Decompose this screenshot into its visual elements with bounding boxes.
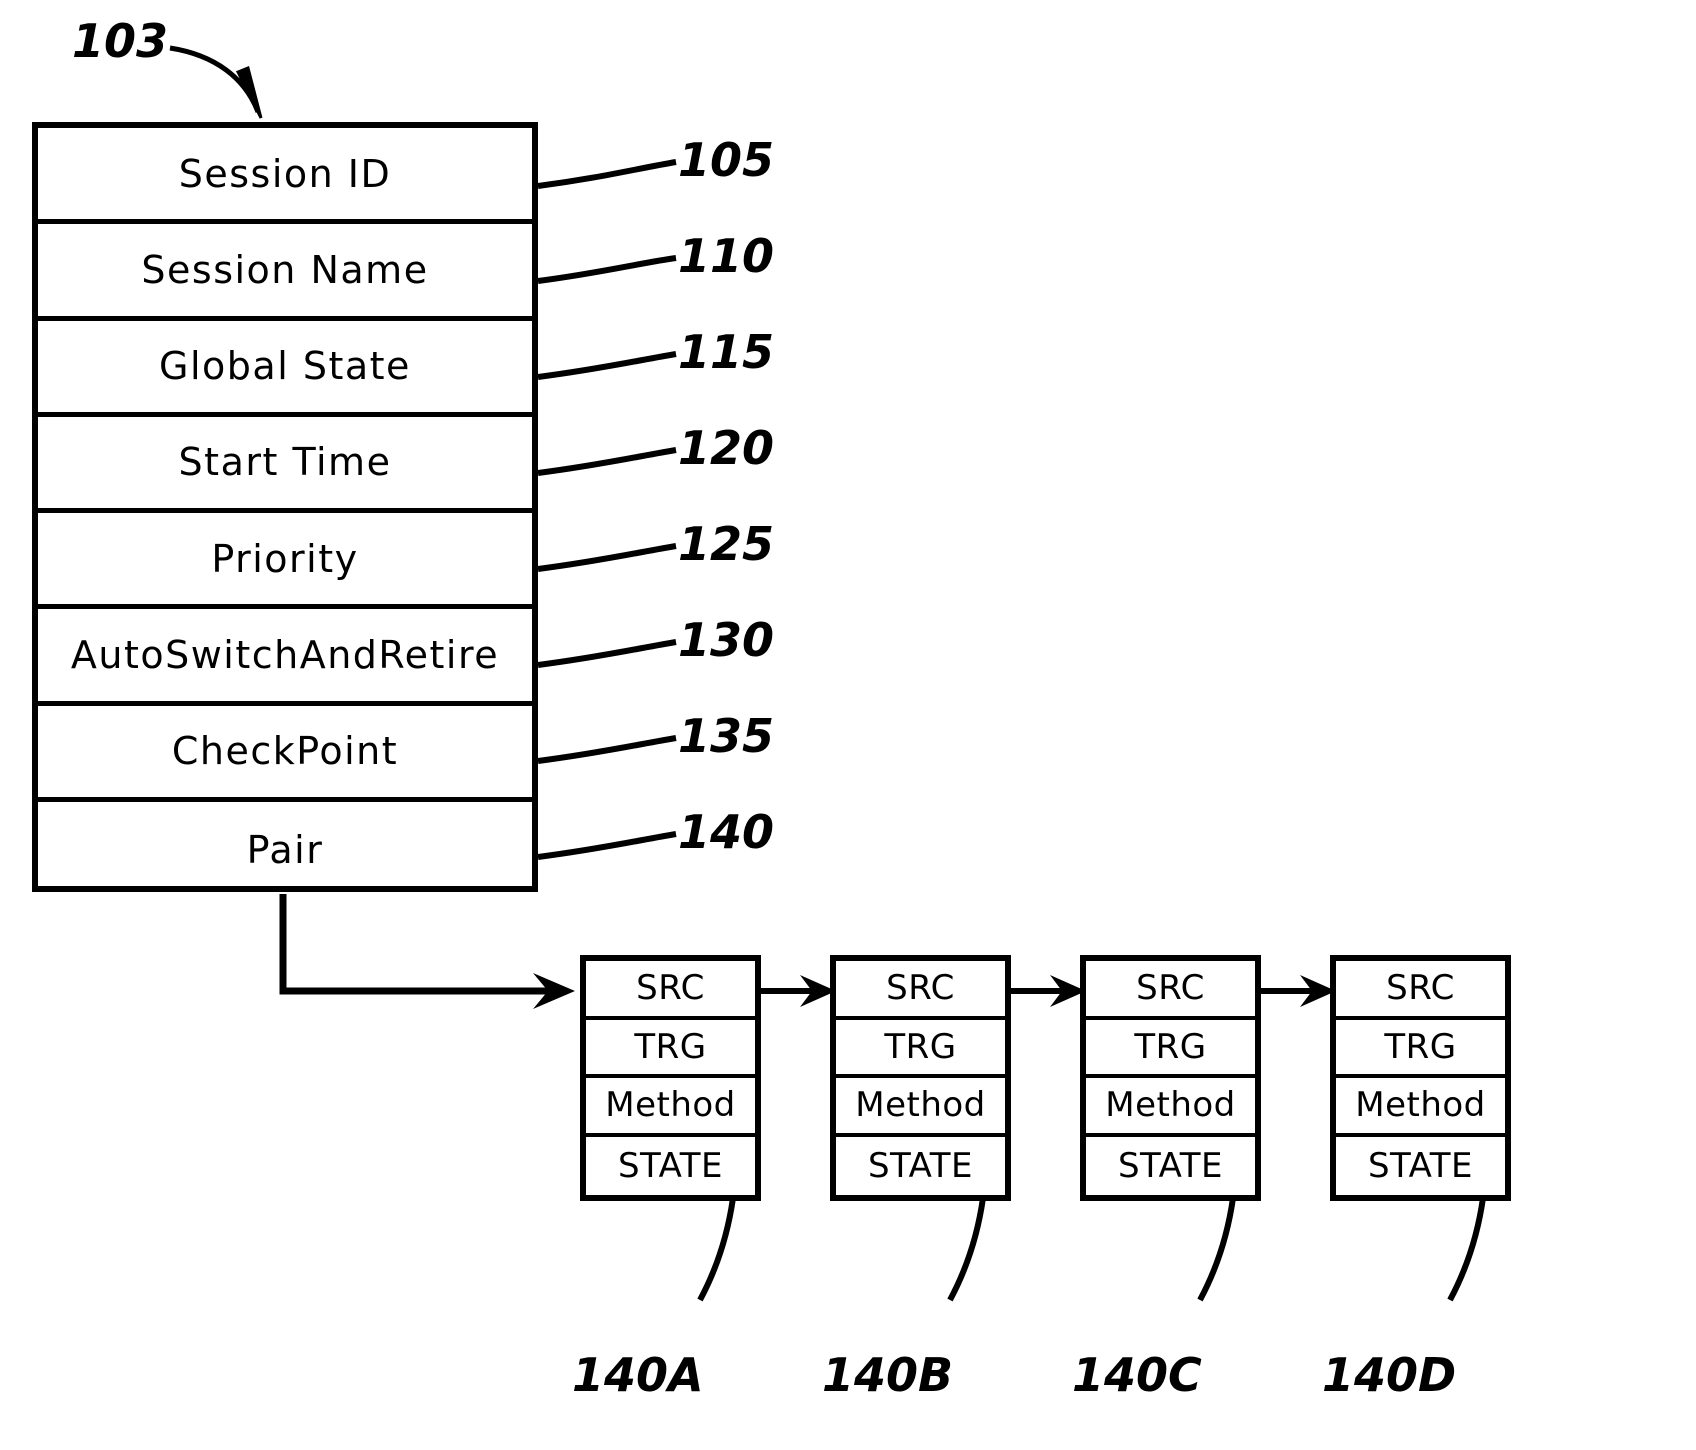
leader-line-125 (537, 543, 677, 572)
struct-row-priority: Priority (38, 513, 532, 610)
pair-node-row-src: SRC (586, 961, 755, 1020)
pair-node-row-label: STATE (617, 1145, 724, 1186)
pair-list-connector (279, 894, 560, 995)
ref-numeral-103: 103 (72, 14, 169, 68)
pair-node-row-label: SRC (1136, 968, 1205, 1009)
struct-row-label: CheckPoint (171, 729, 399, 774)
struct-row-label: Pair (246, 827, 324, 872)
leader-line-140D (1447, 1197, 1486, 1302)
pair-node-row-label: STATE (1367, 1145, 1474, 1186)
pair-node-row-label: Method (1355, 1085, 1486, 1126)
pair-node-row-label: TRG (634, 1026, 707, 1067)
pair-node-row-src: SRC (836, 961, 1005, 1020)
pair-node-row-label: Method (605, 1085, 736, 1126)
ref-numeral-140B: 140B (822, 1348, 954, 1402)
pair-node-row-state: STATE (1336, 1137, 1505, 1196)
struct-row-label: Global State (159, 344, 411, 389)
ref-numeral-110: 110 (678, 229, 775, 283)
ref-numeral-140C: 140C (1072, 1348, 1202, 1402)
pair-node-row-trg: TRG (1336, 1020, 1505, 1078)
leader-line-120 (537, 447, 677, 476)
pair-node-row-state: STATE (586, 1137, 755, 1196)
pair-node-row-method: Method (586, 1078, 755, 1137)
pair-node-row-label: TRG (1384, 1026, 1457, 1067)
session-struct-box: Session ID Session Name Global State Sta… (32, 122, 538, 892)
pair-node-row-label: Method (855, 1085, 986, 1126)
pair-node-row-src: SRC (1336, 961, 1505, 1020)
pair-node-row-label: Method (1105, 1085, 1236, 1126)
ref-numeral-125: 125 (678, 517, 775, 571)
pair-node-row-state: STATE (836, 1137, 1005, 1196)
struct-row-checkpoint: CheckPoint (38, 706, 532, 802)
leader-line-110 (537, 255, 677, 284)
leader-line-135 (537, 735, 677, 764)
arrowhead-103 (235, 65, 263, 119)
struct-row-autoswitchandretire: AutoSwitchAndRetire (38, 609, 532, 706)
leader-line-115 (537, 351, 677, 380)
arrowhead-to-140A (533, 973, 575, 1009)
leader-line-140C (1197, 1197, 1236, 1302)
pair-node-row-trg: TRG (586, 1020, 755, 1078)
pair-node-140A: SRC TRG Method STATE (580, 955, 761, 1201)
struct-row-session-id: Session ID (38, 128, 532, 225)
pair-node-row-trg: TRG (836, 1020, 1005, 1078)
pair-node-140D: SRC TRG Method STATE (1330, 955, 1511, 1201)
struct-row-session-name: Session Name (38, 224, 532, 321)
leader-line-103 (169, 45, 261, 113)
pair-node-row-method: Method (1336, 1078, 1505, 1137)
leader-line-140 (537, 831, 677, 860)
pair-node-row-state: STATE (1086, 1137, 1255, 1196)
ref-numeral-115: 115 (678, 325, 775, 379)
pair-node-140C: SRC TRG Method STATE (1080, 955, 1261, 1201)
struct-row-label: Start Time (178, 440, 392, 485)
pair-node-row-label: STATE (867, 1145, 974, 1186)
pair-node-row-method: Method (1086, 1078, 1255, 1137)
ref-numeral-130: 130 (678, 613, 775, 667)
ref-numeral-120: 120 (678, 421, 775, 475)
ref-numeral-105: 105 (678, 133, 775, 187)
struct-row-label: AutoSwitchAndRetire (70, 632, 500, 677)
pair-node-row-label: TRG (1134, 1026, 1207, 1067)
pair-node-140B: SRC TRG Method STATE (830, 955, 1011, 1201)
pair-node-row-label: STATE (1117, 1145, 1224, 1186)
struct-row-label: Priority (211, 536, 359, 581)
pair-node-row-src: SRC (1086, 961, 1255, 1020)
leader-line-105 (537, 159, 677, 189)
leader-line-140A (697, 1197, 736, 1302)
struct-row-label: Session Name (141, 247, 429, 292)
ref-numeral-135: 135 (678, 709, 775, 763)
pair-node-row-label: SRC (636, 968, 705, 1009)
pair-node-row-trg: TRG (1086, 1020, 1255, 1078)
ref-numeral-140D: 140D (1322, 1348, 1457, 1402)
patent-figure-canvas: 103 Session ID Session Name Global State… (0, 0, 1696, 1450)
leader-line-130 (537, 639, 677, 668)
leader-line-140B (947, 1197, 986, 1302)
ref-numeral-140A: 140A (572, 1348, 704, 1402)
struct-row-pair: Pair (38, 802, 532, 898)
struct-row-global-state: Global State (38, 321, 532, 417)
pair-node-row-label: TRG (884, 1026, 957, 1067)
pair-node-row-label: SRC (886, 968, 955, 1009)
pair-node-row-label: SRC (1386, 968, 1455, 1009)
ref-numeral-140: 140 (678, 805, 775, 859)
struct-row-start-time: Start Time (38, 417, 532, 513)
struct-row-label: Session ID (178, 151, 392, 196)
pair-node-row-method: Method (836, 1078, 1005, 1137)
